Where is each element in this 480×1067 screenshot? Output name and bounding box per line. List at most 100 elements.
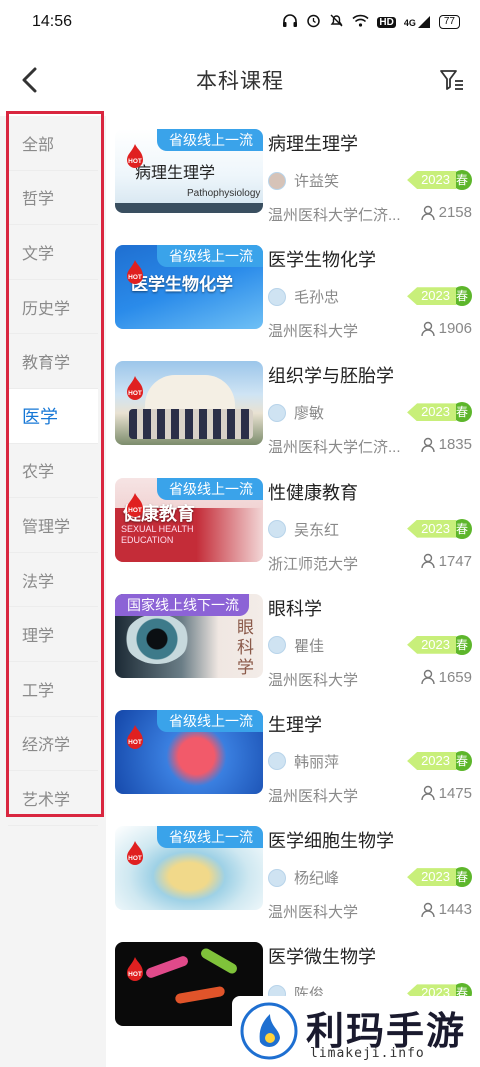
term-tag: 2023 春 — [407, 634, 472, 655]
course-thumbnail: 眼科学 国家线上线下一流 — [115, 593, 263, 678]
level-badge: 省级线上一流 — [157, 245, 263, 268]
signal-icon: 4G — [404, 16, 431, 28]
sidebar-item-agriculture[interactable]: 农学 — [8, 444, 98, 499]
teacher-row: 韩丽萍 — [268, 751, 339, 772]
thumbnail-caption: 眼科学 — [237, 617, 254, 677]
term-year: 2023 — [407, 868, 456, 887]
level-badge: 省级线上一流 — [157, 709, 263, 732]
learner-number: 2158 — [438, 204, 472, 221]
term-tag: 2023 春 — [407, 286, 472, 307]
hot-flame-icon: HOT — [123, 259, 147, 287]
top-bar: 本科课程 — [0, 48, 480, 112]
sidebar-item-medicine[interactable]: 医学 — [8, 388, 98, 444]
level-badge: 国家线上线下一流 — [115, 593, 249, 616]
watermark: 利玛手游 limakeji.info — [232, 996, 480, 1067]
school-name: 温州医科大学 — [268, 323, 359, 341]
watermark-logo-icon — [240, 1002, 298, 1060]
teacher-name: 许益笑 — [294, 173, 340, 190]
filter-icon — [440, 70, 463, 90]
teacher-avatar — [268, 636, 286, 655]
school-name: 温州医科大学仁济... — [268, 207, 401, 224]
course-card[interactable]: 医学生物化学 省级线上一流 HOT 医学生物化学 毛孙忠 2023 春 温州医科… — [110, 240, 480, 356]
hot-flame-icon: HOT — [123, 143, 147, 171]
hd-icon: HD — [377, 16, 396, 28]
hot-label: HOT — [128, 274, 142, 281]
thumbnail-caption: 病理生理学 — [135, 165, 216, 182]
learner-number: 1747 — [438, 552, 472, 570]
teacher-name: 毛孙忠 — [294, 289, 340, 307]
sidebar-item-management[interactable]: 管理学 — [8, 498, 98, 553]
sidebar-item-economics[interactable]: 经济学 — [8, 717, 98, 772]
teacher-avatar — [268, 171, 286, 190]
hot-flame-icon: HOT — [123, 840, 147, 868]
teacher-avatar — [268, 752, 286, 771]
wifi-icon — [352, 14, 369, 30]
course-thumbnail: 健康教育 SEXUAL HEALTH EDUCATION 省级线上一流 HOT — [115, 477, 263, 562]
sidebar-item-literature[interactable]: 文学 — [8, 225, 98, 280]
sidebar-item-science[interactable]: 理学 — [8, 607, 98, 662]
hot-label: HOT — [128, 158, 142, 165]
status-time: 14:56 — [32, 13, 73, 30]
school-name: 浙江师范大学 — [268, 555, 359, 573]
teacher-row: 廖敏 — [268, 402, 324, 423]
teacher-name: 吴东红 — [294, 521, 340, 539]
course-list: 病理生理学 Pathophysiology 省级线上一流 HOT 病理生理学 许… — [110, 124, 480, 1054]
learner-count: 1747 — [420, 552, 472, 570]
learner-number: 1906 — [438, 320, 472, 338]
school-name: 温州医科大学 — [268, 787, 359, 805]
filter-button[interactable] — [434, 62, 470, 98]
teacher-row: 杨纪峰 — [268, 867, 339, 888]
course-thumbnail: 病理生理学 Pathophysiology 省级线上一流 HOT — [115, 129, 263, 213]
hot-label: HOT — [128, 855, 142, 862]
learner-count: 1443 — [420, 901, 472, 918]
hot-label: HOT — [128, 390, 142, 397]
hot-flame-icon: HOT — [123, 492, 147, 520]
headphones-icon — [282, 13, 298, 31]
hot-flame-icon: HOT — [123, 956, 147, 984]
person-icon — [420, 902, 435, 917]
course-card[interactable]: 省级线上一流 HOT 生理学 韩丽萍 2023 春 温州医科大学 1475 — [110, 705, 480, 821]
teacher-avatar — [268, 520, 286, 539]
hot-label: HOT — [128, 971, 142, 978]
sidebar-item-law[interactable]: 法学 — [8, 553, 98, 608]
sidebar-item-history[interactable]: 历史学 — [8, 280, 98, 335]
teacher-avatar — [268, 287, 286, 306]
person-icon — [420, 786, 435, 801]
level-badge: 省级线上一流 — [157, 129, 263, 151]
category-list: 全部 哲学 文学 历史学 教育学 医学 农学 管理学 法学 理学 工学 经济学 … — [2, 116, 104, 826]
course-title: 生理学 — [268, 714, 322, 735]
teacher-avatar — [268, 403, 286, 422]
course-title: 医学细胞生物学 — [268, 831, 394, 852]
teacher-name: 韩丽萍 — [294, 753, 340, 771]
person-icon — [420, 670, 435, 685]
course-card[interactable]: HOT 组织学与胚胎学 廖敏 2023 春 温州医科大学仁济... 1835 — [110, 356, 480, 472]
learner-count: 1475 — [420, 784, 472, 802]
sidebar-item-all[interactable]: 全部 — [8, 116, 98, 171]
page-title: 本科课程 — [196, 70, 284, 93]
course-card[interactable]: 健康教育 SEXUAL HEALTH EDUCATION 省级线上一流 HOT … — [110, 473, 480, 589]
person-icon — [420, 205, 435, 220]
course-title: 病理生理学 — [268, 134, 358, 154]
course-card[interactable]: 病理生理学 Pathophysiology 省级线上一流 HOT 病理生理学 许… — [110, 124, 480, 240]
course-title: 眼科学 — [268, 598, 322, 619]
term-year: 2023 — [407, 519, 456, 538]
chevron-left-icon — [22, 67, 37, 93]
course-card[interactable]: 眼科学 国家线上线下一流 眼科学 瞿佳 2023 春 温州医科大学 1659 — [110, 589, 480, 705]
sidebar-item-art[interactable]: 艺术学 — [8, 771, 98, 826]
learner-count: 1906 — [420, 320, 472, 338]
hot-flame-icon: HOT — [123, 724, 147, 752]
sidebar-item-education[interactable]: 教育学 — [8, 334, 98, 389]
learner-count: 2158 — [420, 204, 472, 221]
learner-number: 1475 — [438, 784, 472, 802]
sidebar-item-philosophy[interactable]: 哲学 — [8, 171, 98, 226]
teacher-row: 许益笑 — [268, 170, 339, 191]
course-card[interactable]: 省级线上一流 HOT 医学细胞生物学 杨纪峰 2023 春 温州医科大学 144… — [110, 821, 480, 937]
school-name: 温州医科大学 — [268, 904, 359, 922]
term-tag: 2023 春 — [407, 402, 472, 423]
course-title: 性健康教育 — [268, 482, 358, 503]
sidebar-item-engineering[interactable]: 工学 — [8, 662, 98, 717]
hot-label: HOT — [128, 507, 142, 514]
teacher-avatar — [268, 868, 286, 887]
back-button[interactable] — [12, 62, 48, 98]
course-title: 医学生物化学 — [268, 250, 376, 271]
